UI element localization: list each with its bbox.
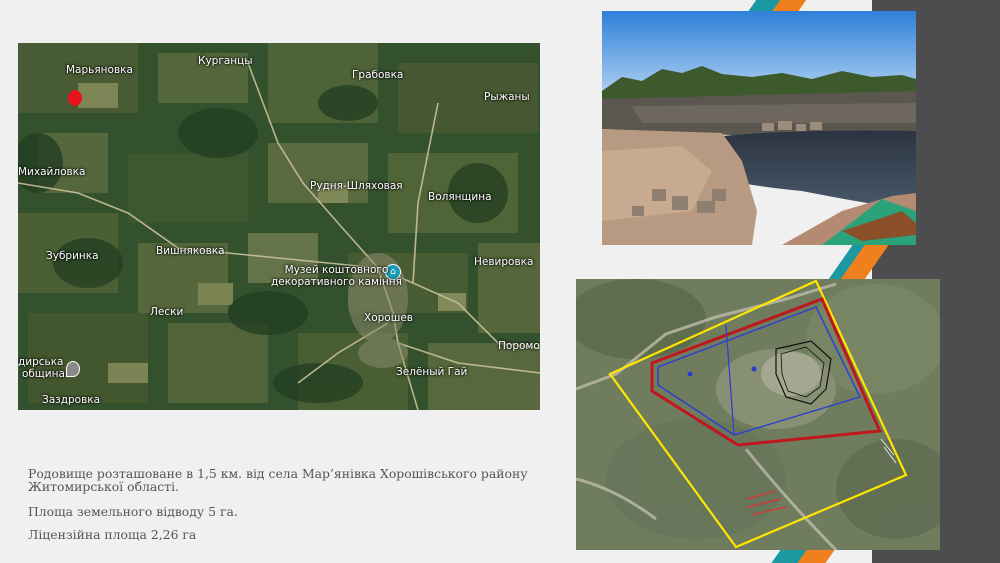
map-label-kurgantsy: Курганцы [198, 55, 253, 67]
quarry-photo [602, 11, 916, 245]
map-label-ryzhany: Рыжаны [484, 91, 530, 103]
museum-label-line1: Музей коштовного [284, 264, 389, 276]
description-paragraph-land-area: Площа земельного відводу 5 га. [28, 504, 238, 519]
deposit-marker [68, 90, 82, 106]
map-label-hromada2: община [22, 368, 65, 380]
site-plan-satellite [576, 279, 940, 550]
description-paragraph-license-area: Ліцензійна площа 2,26 га [28, 527, 197, 542]
quarry-photo-scene [602, 11, 916, 245]
map-label-khoroshev: Хорошев [364, 312, 413, 324]
map-label-museum: Музей коштовного декоративного каміння [271, 264, 402, 288]
map-label-poromov: Поромо [498, 340, 540, 352]
map-label-hromada: дирська [18, 356, 64, 368]
site-plan-drawing [576, 279, 940, 550]
map-label-zelenyi: Зелёный Гай [396, 366, 468, 378]
map-label-volyanshchina: Волянщина [428, 191, 492, 203]
map-label-nevirovka: Невировка [474, 256, 534, 268]
hromada-pin-icon[interactable] [66, 361, 80, 377]
map-label-grabovka: Грабовка [352, 69, 404, 81]
map-label-mikhailovka: Михайловка [18, 166, 86, 178]
museum-label-line2: декоративного каміння [271, 276, 402, 288]
satellite-map: Марьяновка Курганцы Грабовка Рыжаны Миха… [18, 43, 540, 410]
map-label-leski: Лески [150, 306, 184, 318]
map-terrain [18, 43, 540, 410]
map-label-zazdrovka: Заздровка [42, 394, 101, 406]
map-label-maryanovka: Марьяновка [66, 64, 133, 76]
map-label-rudnya: Рудня-Шляховая [310, 180, 403, 192]
slide: Марьяновка Курганцы Грабовка Рыжаны Миха… [0, 0, 1000, 563]
map-label-vishnyakovka: Вишняковка [156, 245, 225, 257]
description-paragraph-location: Родовище розташоване в 1,5 км. від села … [28, 466, 528, 494]
map-label-zubrinka: Зубринка [46, 250, 99, 262]
